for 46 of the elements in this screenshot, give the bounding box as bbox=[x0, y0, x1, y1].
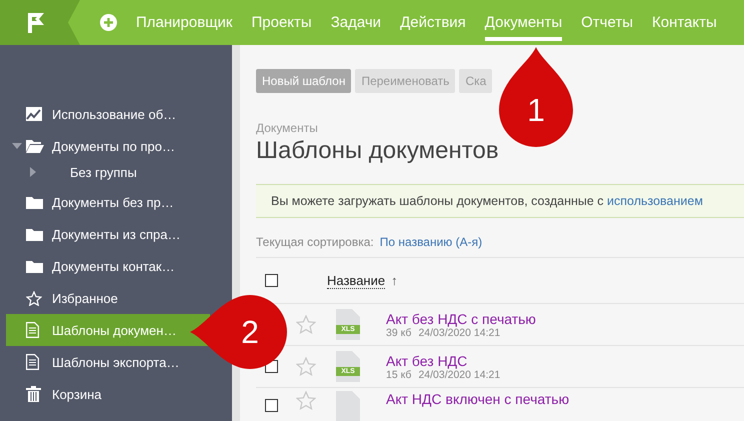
collapsed-caret-icon[interactable] bbox=[30, 167, 36, 177]
file-date: 24/03/2020 14:21 bbox=[418, 326, 500, 338]
sidebar-label[interactable]: Документы по про… bbox=[52, 138, 176, 154]
sidebar-label[interactable]: Шаблоны экспорта… bbox=[52, 354, 180, 370]
sidebar-label[interactable]: Документы контак… bbox=[52, 258, 175, 274]
file-name-link[interactable]: Акт без НДС bbox=[386, 352, 500, 368]
flag-logo-icon[interactable] bbox=[26, 12, 46, 34]
selected-row-highlight[interactable]: Шаблоны докумен… bbox=[6, 314, 210, 346]
toolbar-button[interactable]: Новый шаблон bbox=[256, 69, 352, 93]
info-link[interactable]: использованием bbox=[607, 194, 703, 208]
page-title: Шаблоны документов bbox=[256, 137, 499, 165]
favorite-star-icon[interactable] bbox=[296, 391, 316, 410]
file-size: 15 кб bbox=[386, 368, 412, 380]
info-text: Вы можете загружать шаблоны документов, созданные с bbox=[271, 194, 605, 208]
document-icon bbox=[26, 322, 39, 338]
file-size: 39 кб bbox=[386, 326, 412, 338]
select-all-checkbox[interactable] bbox=[265, 274, 278, 287]
file-date: 24/03/2020 14:21 bbox=[418, 368, 500, 380]
sidebar-label[interactable]: Без группы bbox=[70, 164, 137, 180]
star-icon bbox=[26, 290, 42, 306]
sidebar-label[interactable]: Корзина bbox=[52, 386, 102, 402]
folder-icon bbox=[26, 228, 43, 240]
breadcrumb-link[interactable]: Документы bbox=[256, 121, 318, 135]
sidebar-label[interactable]: Использование об… bbox=[52, 106, 176, 122]
sort-link[interactable]: По названию (А-я) bbox=[380, 235, 482, 249]
folder-icon bbox=[26, 260, 43, 272]
callout-marker: 2 bbox=[190, 295, 287, 369]
document-icon bbox=[26, 354, 39, 370]
open-folder-icon bbox=[26, 140, 44, 152]
folder-icon bbox=[26, 196, 43, 208]
callout-marker: 1 bbox=[499, 47, 573, 147]
sort-arrow[interactable]: ↑ bbox=[391, 273, 398, 288]
sidebar-label[interactable]: Документы из спра… bbox=[52, 226, 180, 242]
file-name-link[interactable]: Акт без НДС с печатью bbox=[386, 310, 536, 326]
row-checkbox[interactable] bbox=[265, 399, 278, 412]
sidebar-label[interactable]: Документы без пр… bbox=[52, 194, 174, 210]
sidebar-label[interactable]: Шаблоны докумен… bbox=[52, 322, 176, 338]
file-name-link[interactable]: Акт НДС включен с печатью bbox=[386, 391, 570, 407]
favorite-star-icon[interactable] bbox=[296, 315, 316, 334]
favorite-star-icon[interactable] bbox=[296, 357, 316, 376]
trash-icon bbox=[26, 386, 41, 402]
add-icon[interactable] bbox=[100, 14, 117, 31]
line-chart-icon bbox=[26, 107, 42, 121]
sidebar-label[interactable]: Избранное bbox=[52, 290, 118, 306]
sort-label: Текущая сортировка: bbox=[256, 235, 374, 249]
column-header[interactable]: Название bbox=[327, 272, 386, 288]
